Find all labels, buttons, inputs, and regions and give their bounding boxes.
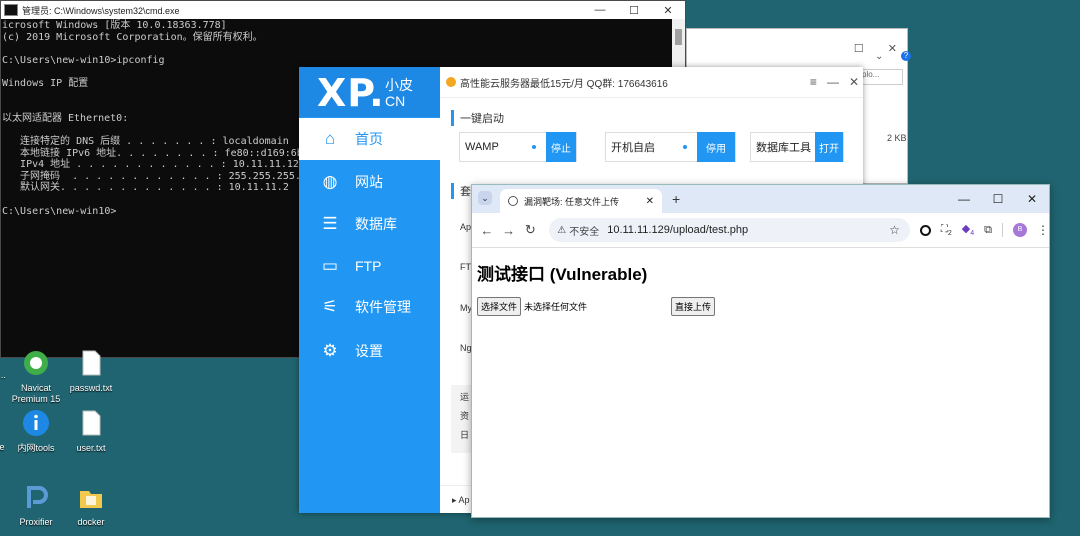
bookmark-star-icon[interactable]: ☆ [889,223,900,237]
no-file-label: 未选择任何文件 [524,302,588,312]
tab-strip: ⌄ 漏洞靶场: 任意文件上传 ✕ + — ☐ ✕ [472,185,1049,213]
sidebar-item-settings[interactable]: ⚙ 设置 [299,330,440,372]
close-button[interactable]: ✕ [849,75,859,89]
cmd-titlebar[interactable]: 管理员: C:\Windows\system32\cmd.exe — ☐ ✕ [1,1,685,19]
close-tab-icon[interactable]: ✕ [646,196,654,207]
info-label: 运 [460,392,470,402]
service-autostart: 开机自启 停用 [605,132,736,162]
page-heading: 测试接口 (Vulnerable) [477,265,648,284]
reload-icon[interactable]: ↻ [520,222,542,238]
service-wamp: WAMP 停止 [459,132,577,162]
choose-file-button[interactable]: 选择文件 [477,297,522,316]
menu-button[interactable]: ≡ [810,75,817,89]
maximize-button[interactable]: ☐ [981,185,1015,213]
avatar[interactable]: B [1013,223,1028,237]
desktop-icon-partial[interactable]: ... [0,370,37,381]
chevron-down-icon[interactable]: ⌄ [875,51,883,62]
desktop-icon-passwd[interactable]: passwd.txt [56,348,126,394]
disable-button[interactable]: 停用 [697,132,735,162]
sidebar-item-website[interactable]: ◍ 网站 [299,161,440,203]
extension-badge-icon[interactable]: ◆4 [962,222,974,237]
xp-logo: XP. 小皮 CN [299,67,440,117]
back-icon[interactable]: ← [476,223,498,238]
page-content: 测试接口 (Vulnerable) 选择文件 未选择任何文件 直接上传 [472,248,1049,328]
sidebar-item-home[interactable]: ⌂ 首页 [299,118,440,160]
minimize-button[interactable]: — [827,75,839,89]
maximize-button[interactable]: ☐ [617,4,651,17]
menu-kebab-icon[interactable]: ⋮ [1037,223,1049,237]
search-input[interactable]: plo... [859,69,903,85]
info-label: 资 [460,411,470,421]
close-button[interactable]: ✕ [1015,185,1049,213]
tab-upload[interactable]: 漏洞靶场: 任意文件上传 ✕ [500,189,662,213]
minimize-button[interactable]: — [583,4,617,17]
forward-icon[interactable]: → [498,223,520,238]
proxifier-icon [27,486,48,508]
ftp-icon: ▭ [321,256,339,275]
sidebar-item-database[interactable]: ☰ 数据库 [299,203,440,245]
minimize-button[interactable]: — [947,185,981,213]
extension-icon[interactable]: ⛶2 [941,224,952,237]
desktop-icon-label: passwd.txt [69,383,113,393]
sidebar-item-software[interactable]: ⚟ 软件管理 [299,286,440,328]
cmd-icon [4,4,18,16]
address-bar[interactable]: ⚠ 不安全 10.11.11.129/upload/test.php ☆ [549,218,910,242]
browser-window[interactable]: ⌄ 漏洞靶场: 任意文件上传 ✕ + — ☐ ✕ ← → ↻ ⚠ 不安全 10.… [471,184,1050,518]
sidebar-item-ftp[interactable]: ▭ FTP [299,245,440,287]
info-label: 日 [460,430,470,440]
stop-button[interactable]: 停止 [546,132,576,162]
text-file-icon [82,350,101,376]
file-size: 2 KB [887,133,907,143]
puzzle-icon[interactable]: ⧉ [984,224,992,237]
desktop-icon-partial[interactable]: e [0,442,37,453]
close-button[interactable]: ✕ [651,4,685,17]
help-icon[interactable]: ? [901,51,911,61]
suite-label: Ng [460,343,472,353]
tab-search-icon[interactable]: ⌄ [478,191,492,205]
home-icon: ⌂ [324,129,336,148]
new-tab-button[interactable]: + [672,191,680,207]
maximize-button[interactable]: ☐ [854,42,864,55]
desktop-icon-label: e [0,442,5,452]
info-icon [23,410,49,436]
section-suite: 套 [451,183,471,199]
open-button[interactable]: 打开 [815,132,843,162]
suite-label: FT [460,262,471,272]
section-quickstart: 一键启动 [451,110,504,126]
service-db-tool: 数据库工具 打开 [750,132,844,162]
xp-topbar: 高性能云服务器最低15元/月 QQ群: 176643616 ≡ — ✕ [440,67,863,98]
sliders-icon: ⚟ [322,297,338,316]
folder-icon [80,491,102,508]
desktop-icon-user[interactable]: user.txt [56,408,126,454]
gear-icon: ⚙ [322,341,338,360]
not-secure-label[interactable]: 不安全 [569,223,599,238]
ad-text[interactable]: 高性能云服务器最低15元/月 QQ群: 176643616 [460,75,668,90]
bottom-label[interactable]: ▸ Ap [452,495,470,506]
extension-ring-icon[interactable] [919,224,931,236]
status-dot [532,145,536,149]
cloud-icon [446,77,456,87]
desktop-icon-label: docker [77,517,105,527]
globe-icon: ◍ [322,172,338,191]
tab-title: 漏洞靶场: 任意文件上传 [524,196,620,207]
database-icon: ☰ [322,214,338,233]
status-dot [683,145,687,149]
close-button[interactable]: ✕ [888,42,897,55]
desktop-icon-docker[interactable]: docker [56,482,126,528]
upload-button[interactable]: 直接上传 [671,297,716,316]
toolbar: ← → ↻ ⚠ 不安全 10.11.11.129/upload/test.php… [472,213,1049,248]
scrollbar-thumb[interactable] [675,29,682,45]
desktop-icon-label: user.txt [76,443,106,453]
xp-sidebar: XP. 小皮 CN ⌂ 首页 ◍ 网站 ☰ 数据库 ▭ FTP ⚟ 软件管理 ⚙ 设置 [299,67,440,513]
upload-form: 选择文件 未选择任何文件 直接上传 [477,297,1044,316]
url-text[interactable]: 10.11.11.129/upload/test.php [607,224,748,236]
text-file-icon [82,410,101,436]
cmd-title: 管理员: C:\Windows\system32\cmd.exe [22,5,180,16]
suite-label: Ap [460,222,472,232]
warning-icon[interactable]: ⚠ [557,225,566,236]
globe-icon [508,196,518,206]
